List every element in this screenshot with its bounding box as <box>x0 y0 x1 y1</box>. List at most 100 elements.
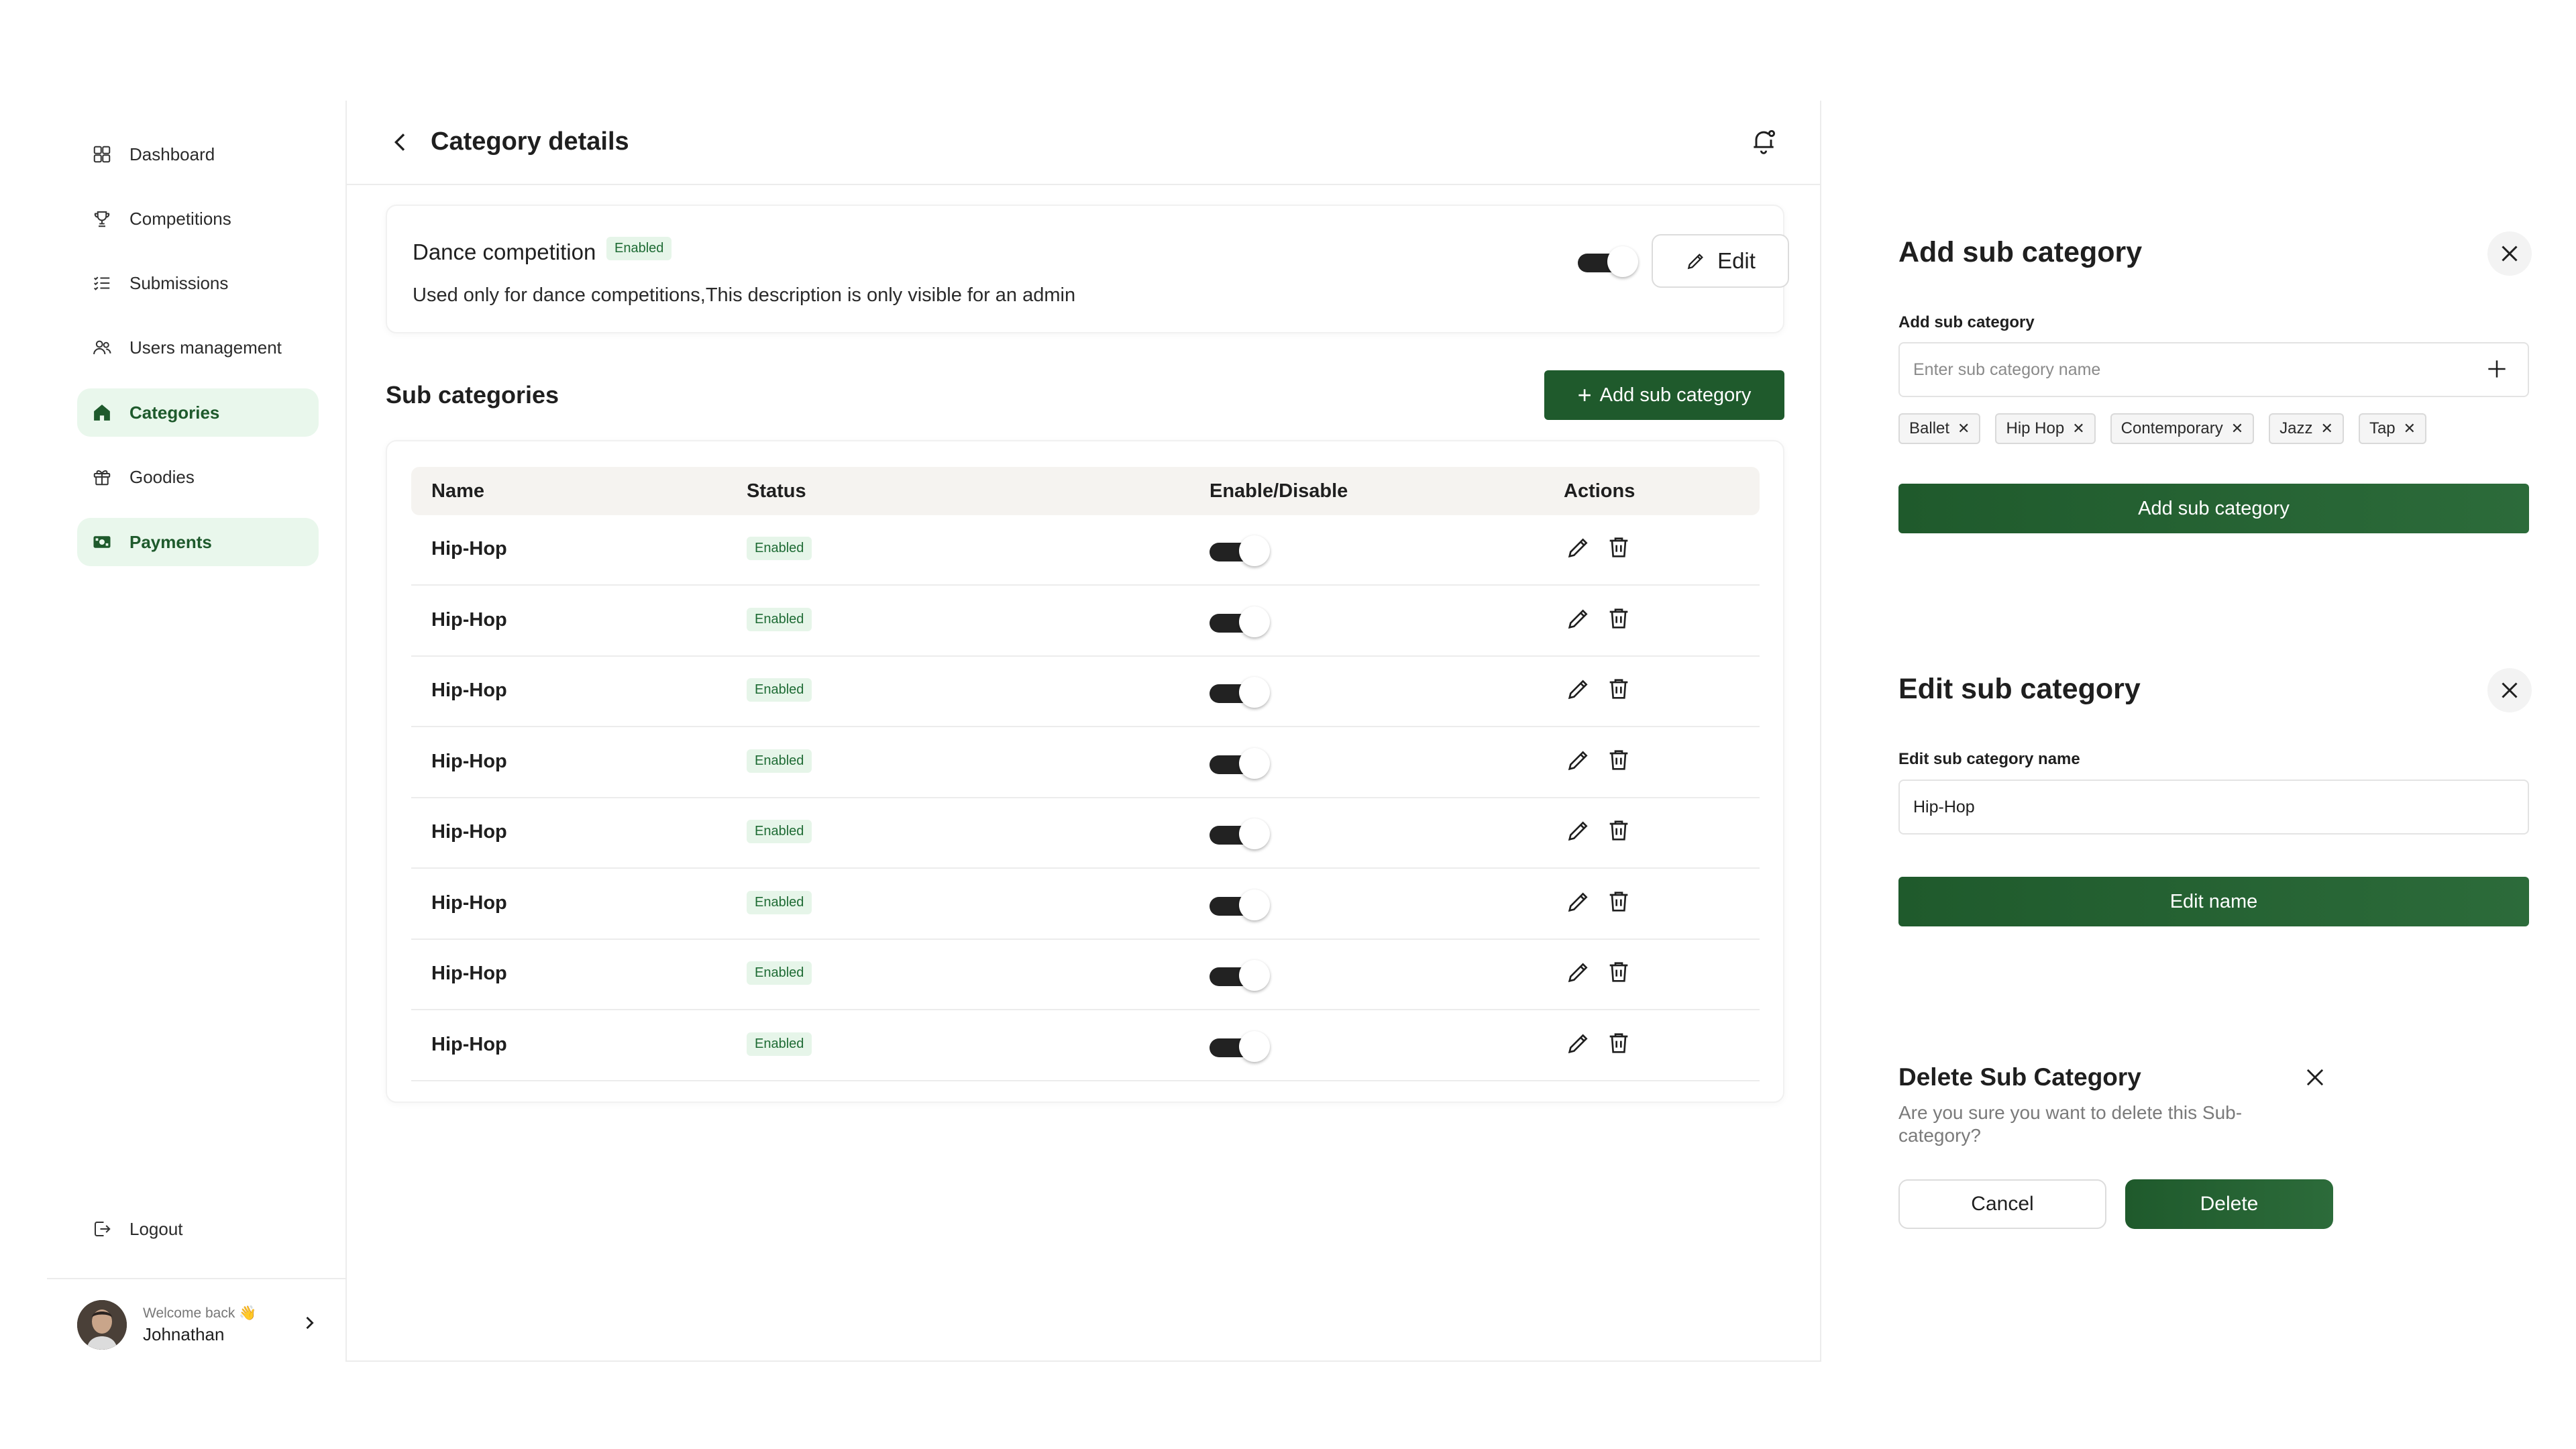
sidebar-item-categories[interactable]: Categories <box>77 388 319 437</box>
pencil-icon[interactable] <box>1565 1030 1592 1060</box>
cancel-button[interactable]: Cancel <box>1898 1179 2106 1229</box>
add-sub-category-label: Add sub category <box>1599 384 1752 406</box>
status-badge: Enabled <box>747 607 812 631</box>
trash-icon[interactable] <box>1605 534 1632 564</box>
modal-title: Add sub category <box>1898 236 2143 268</box>
plus-icon: + <box>1577 381 1592 409</box>
enable-toggle[interactable] <box>1210 889 1271 920</box>
enable-toggle[interactable] <box>1210 677 1271 708</box>
close-icon[interactable] <box>2302 1065 2328 1093</box>
pencil-icon[interactable] <box>1565 676 1592 706</box>
edit-category-button[interactable]: Edit <box>1652 234 1789 288</box>
pencil-icon[interactable] <box>1565 534 1592 564</box>
remove-chip-icon[interactable]: ✕ <box>2321 420 2333 437</box>
logout-button[interactable]: Logout <box>77 1205 319 1253</box>
logout-label: Logout <box>129 1218 183 1239</box>
table-row: Hip-Hop Enabled <box>411 798 1760 869</box>
user-name: Johnathan <box>143 1324 225 1344</box>
sub-categories-table: Name Status Enable/Disable Actions Hip-H… <box>386 440 1784 1103</box>
status-badge: Enabled <box>747 961 812 985</box>
enable-toggle[interactable] <box>1210 818 1271 849</box>
trash-icon[interactable] <box>1605 747 1632 777</box>
trash-icon[interactable] <box>1605 959 1632 989</box>
sidebar-item-payments[interactable]: Payments <box>77 518 319 566</box>
sidebar-item-competitions[interactable]: Competitions <box>77 195 319 243</box>
edit-name-button[interactable]: Edit name <box>1898 877 2529 926</box>
table-header: Name Status Enable/Disable Actions <box>411 467 1760 515</box>
sidebar-item-submissions[interactable]: Submissions <box>77 259 319 307</box>
table-row: Hip-Hop Enabled <box>411 515 1760 586</box>
enable-toggle[interactable] <box>1210 535 1271 566</box>
sub-category-name: Hip-Hop <box>431 608 507 631</box>
chip: Tap ✕ <box>2358 413 2427 444</box>
pencil-icon[interactable] <box>1565 605 1592 635</box>
trash-icon[interactable] <box>1605 1030 1632 1060</box>
close-icon[interactable] <box>2487 231 2532 276</box>
table-row: Hip-Hop Enabled <box>411 940 1760 1010</box>
user-profile[interactable]: Welcome back 👋 Johnathan <box>77 1295 332 1355</box>
enable-toggle[interactable] <box>1210 747 1271 779</box>
plus-icon[interactable] <box>2484 356 2510 385</box>
status-badge: Enabled <box>747 749 812 773</box>
sidebar-item-label: Submissions <box>129 272 229 293</box>
pencil-icon[interactable] <box>1565 888 1592 918</box>
status-badge: Enabled <box>747 537 812 560</box>
bell-icon[interactable] <box>1749 126 1778 159</box>
remove-chip-icon[interactable]: ✕ <box>2404 420 2416 437</box>
chip-list: Ballet ✕ Hip Hop ✕ Contemporary ✕ Jazz ✕ Tap ✕ <box>1898 413 2427 444</box>
delete-message: Are you sure you want to delete this Sub… <box>1898 1102 2243 1146</box>
trash-icon[interactable] <box>1605 888 1632 918</box>
status-badge: Enabled <box>747 1032 812 1056</box>
sidebar-item-users-management[interactable]: Users management <box>77 323 319 372</box>
pencil-icon[interactable] <box>1565 747 1592 777</box>
close-icon[interactable] <box>2487 668 2532 712</box>
category-toggle[interactable] <box>1578 246 1640 277</box>
trophy-icon <box>91 207 113 230</box>
sub-category-name: Hip-Hop <box>431 538 507 559</box>
edit-label: Edit <box>1717 248 1756 273</box>
sidebar-item-label: Payments <box>129 531 212 552</box>
trash-icon[interactable] <box>1605 817 1632 847</box>
category-card: Dance competition Enabled Used only for … <box>386 205 1789 333</box>
list-icon <box>91 272 113 294</box>
pencil-icon[interactable] <box>1565 817 1592 847</box>
remove-chip-icon[interactable]: ✕ <box>1957 420 1970 437</box>
chip-label: Contemporary <box>2121 419 2223 437</box>
remove-chip-icon[interactable]: ✕ <box>2072 420 2084 437</box>
chip: Hip Hop ✕ <box>1995 413 2096 444</box>
back-arrow-icon[interactable] <box>387 129 414 159</box>
chip: Contemporary ✕ <box>2110 413 2255 444</box>
sidebar-item-label: Competitions <box>129 208 231 229</box>
sub-category-name-input[interactable] <box>1898 342 2529 397</box>
money-icon <box>91 531 113 553</box>
trash-icon[interactable] <box>1605 676 1632 706</box>
edit-sub-category-input[interactable] <box>1898 780 2529 835</box>
column-header: Name <box>431 480 484 502</box>
sidebar-item-label: Dashboard <box>129 144 215 164</box>
main-panel: Category details Dance competition Enabl… <box>345 101 1821 1362</box>
column-header: Enable/Disable <box>1210 480 1348 502</box>
chip-label: Jazz <box>2279 419 2313 437</box>
sub-category-name: Hip-Hop <box>431 963 507 984</box>
chevron-right-icon[interactable] <box>300 1313 319 1336</box>
remove-chip-icon[interactable]: ✕ <box>2231 420 2243 437</box>
category-name: Dance competition <box>413 239 596 264</box>
column-header: Status <box>747 480 806 502</box>
enable-toggle[interactable] <box>1210 960 1271 991</box>
table-row: Hip-Hop Enabled <box>411 728 1760 798</box>
column-header: Actions <box>1564 480 1635 502</box>
user-text: Welcome back 👋 Johnathan <box>143 1305 256 1345</box>
enable-toggle[interactable] <box>1210 606 1271 637</box>
sidebar-item-label: Goodies <box>129 466 195 487</box>
sidebar: Dashboard Competitions Submissions Users… <box>47 101 345 1355</box>
sidebar-item-dashboard[interactable]: Dashboard <box>77 130 319 178</box>
delete-button[interactable]: Delete <box>2125 1179 2333 1229</box>
dashboard-icon <box>91 143 113 166</box>
sidebar-item-goodies[interactable]: Goodies <box>77 453 319 501</box>
add-sub-category-submit-button[interactable]: Add sub category <box>1898 484 2529 533</box>
add-sub-category-button[interactable]: + Add sub category <box>1544 370 1784 420</box>
enable-toggle[interactable] <box>1210 1030 1271 1062</box>
pencil-icon[interactable] <box>1565 959 1592 989</box>
sidebar-item-label: Categories <box>129 402 220 423</box>
trash-icon[interactable] <box>1605 605 1632 635</box>
